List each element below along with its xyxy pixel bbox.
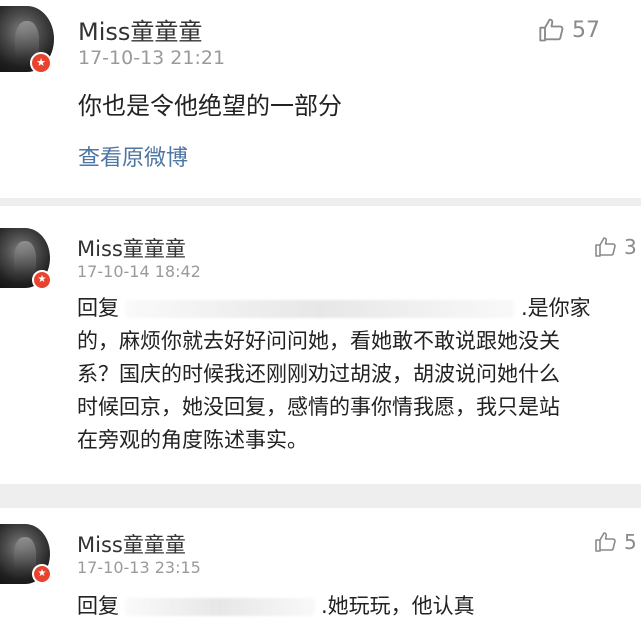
- like-count: 3: [624, 235, 637, 259]
- timestamp: 17-10-14 18:42: [77, 262, 201, 281]
- comment-card: ★ Miss童童童 17-10-13 21:21 57 你也是令他绝望的一部分 …: [0, 0, 641, 198]
- avatar-figure: [14, 241, 36, 279]
- username[interactable]: Miss童童童: [78, 12, 202, 47]
- comment-line: 的，麻烦你就去好好问问她，看她敢不敢说跟她没关: [77, 329, 560, 353]
- like-count: 57: [572, 17, 600, 43]
- reply-first-line-tail: .是你家: [521, 296, 591, 320]
- comment-line: 在旁观的角度陈述事实。: [77, 428, 308, 452]
- like-count: 5: [624, 530, 637, 554]
- comment-line: 系？国庆的时候我还刚刚劝过胡波，胡波说问她什么: [77, 362, 560, 386]
- thumbs-up-icon: [538, 16, 566, 44]
- like-button[interactable]: 5: [594, 530, 637, 554]
- thumbs-up-icon: [594, 530, 618, 554]
- timestamp: 17-10-13 21:21: [78, 47, 226, 69]
- like-button[interactable]: 3: [594, 235, 637, 259]
- username[interactable]: Miss童童童: [77, 233, 186, 263]
- comment-feed: ★ Miss童童童 17-10-13 21:21 57 你也是令他绝望的一部分 …: [0, 0, 641, 621]
- thumbs-up-icon: [594, 235, 618, 259]
- star-badge-icon: ★: [30, 52, 52, 74]
- comment-text: 回复 .她玩玩，他认真: [77, 590, 475, 620]
- username[interactable]: Miss童童童: [77, 529, 186, 559]
- reply-prefix: 回复: [77, 296, 119, 320]
- comment-text: 回复 .是你家 的，麻烦你就去好好问问她，看她敢不敢说跟她没关 系？国庆的时候我还…: [77, 292, 591, 457]
- view-original-weibo-link[interactable]: 查看原微博: [78, 140, 188, 172]
- star-badge-icon: ★: [32, 564, 52, 584]
- redacted-username: [125, 598, 315, 616]
- comment-line: 回复 .是你家: [77, 292, 591, 325]
- timestamp: 17-10-13 23:15: [77, 558, 201, 577]
- star-badge-icon: ★: [32, 270, 52, 290]
- reply-prefix: 回复: [77, 594, 119, 618]
- comment-line: 时候回京，她没回复，感情的事你情我愿，我只是站: [77, 395, 560, 419]
- reply-tail: .她玩玩，他认真: [321, 594, 475, 618]
- comment-text: 你也是令他绝望的一部分: [78, 92, 342, 120]
- like-button[interactable]: 57: [538, 16, 600, 44]
- redacted-username: [125, 300, 515, 318]
